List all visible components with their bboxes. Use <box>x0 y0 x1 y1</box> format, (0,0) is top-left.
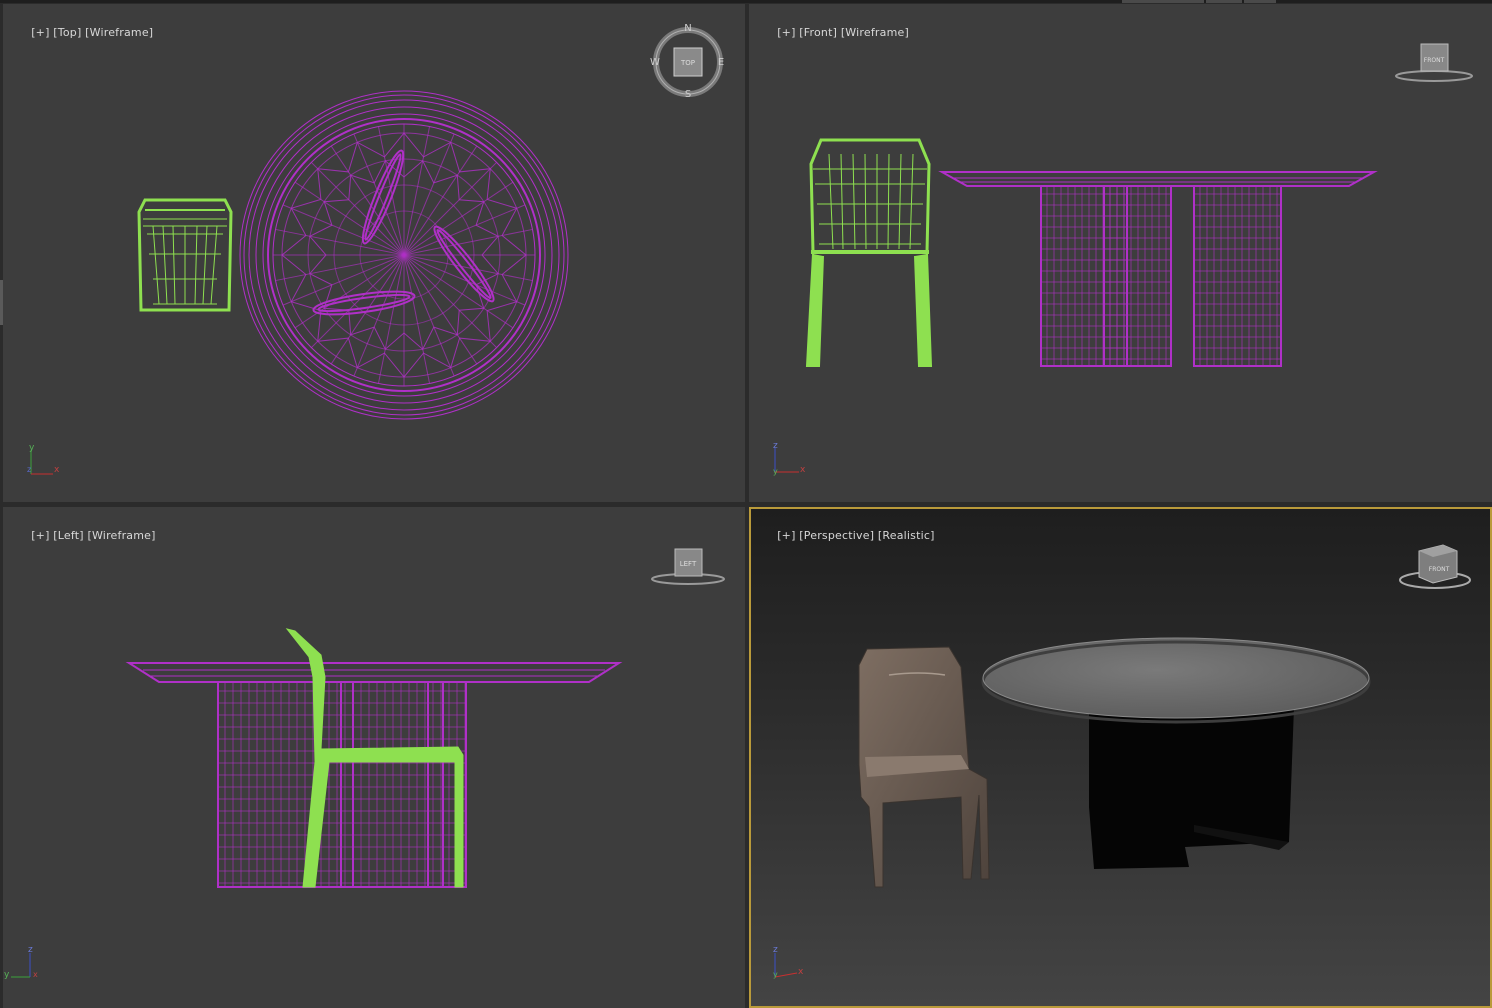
svg-text:y: y <box>773 467 778 476</box>
chair-wireframe-top <box>137 198 233 312</box>
viewcube-left[interactable]: LEFT <box>651 548 725 585</box>
svg-text:z: z <box>773 441 778 451</box>
table-leg-ellipses <box>312 149 495 316</box>
round-table-wireframe <box>239 90 569 420</box>
chair-wireframe-front <box>805 138 933 367</box>
compass-north: N <box>684 23 691 34</box>
viewport-top-canvas: TOP N S E W y x z <box>27 23 724 475</box>
svg-text:y: y <box>773 970 778 979</box>
axis-tripod: z y x <box>4 945 38 980</box>
viewport-front-canvas: FRONT z x y <box>773 43 1473 476</box>
svg-text:x: x <box>800 465 806 475</box>
viewcube-face-label: FRONT <box>1424 57 1445 64</box>
viewcube-face-label: LEFT <box>680 560 697 568</box>
top-toolbar-strip <box>0 0 1492 3</box>
viewport-top[interactable]: [+] [Top] [Wireframe] TOP N S E W y x z <box>3 4 745 502</box>
viewport-left-canvas: LEFT z y x <box>4 548 725 980</box>
table-render <box>981 637 1371 869</box>
axis-tripod: z x y <box>773 945 804 979</box>
viewport-layout: [+] [Top] [Wireframe] TOP N S E W y x z … <box>0 0 1492 1008</box>
viewport-left[interactable]: [+] [Left] [Wireframe] LEFT z y x <box>3 507 745 1008</box>
compass-west: W <box>650 57 660 68</box>
viewcube-front[interactable]: FRONT <box>1395 43 1473 82</box>
table-wireframe-left <box>125 662 623 888</box>
svg-text:x: x <box>798 967 804 977</box>
viewport-perspective-canvas: FRONT z x y <box>773 544 1471 979</box>
viewport-perspective[interactable]: [+] [Perspective] [Realistic] FRONT z x … <box>749 507 1492 1008</box>
table-wireframe-front <box>938 171 1378 367</box>
compass-east: E <box>718 57 724 68</box>
svg-text:z: z <box>28 945 33 955</box>
svg-text:z: z <box>27 465 31 474</box>
svg-text:z: z <box>773 945 778 955</box>
svg-text:x: x <box>33 970 38 979</box>
svg-text:y: y <box>4 970 10 980</box>
svg-text:x: x <box>54 465 60 475</box>
svg-text:y: y <box>29 443 35 453</box>
compass-south: S <box>685 89 691 100</box>
viewcube-face-label: TOP <box>680 59 695 67</box>
viewport-front[interactable]: [+] [Front] [Wireframe] FRONT z x y <box>749 4 1492 502</box>
viewcube-perspective[interactable]: FRONT <box>1399 544 1471 589</box>
axis-tripod: z x y <box>773 441 806 476</box>
viewcube-face-label: FRONT <box>1429 566 1450 573</box>
chair-render <box>858 646 990 888</box>
axis-tripod: y x z <box>27 443 60 475</box>
viewcube-compass[interactable]: TOP N S E W <box>650 23 724 100</box>
